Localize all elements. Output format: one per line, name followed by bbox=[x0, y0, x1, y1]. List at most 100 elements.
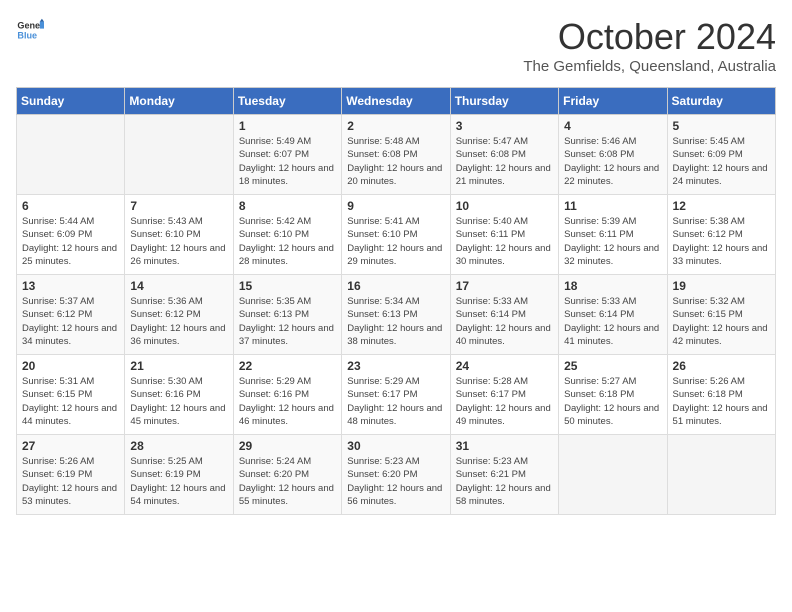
cell-info: Sunrise: 5:33 AM Sunset: 6:14 PM Dayligh… bbox=[456, 295, 553, 348]
page-header: General Blue General Blue October 2024 T… bbox=[16, 16, 776, 75]
day-number: 30 bbox=[347, 439, 444, 453]
calendar-cell: 26 Sunrise: 5:26 AM Sunset: 6:18 PM Dayli… bbox=[667, 355, 775, 435]
calendar-cell: 21Sunrise: 5:30 AM Sunset: 6:16 PM Dayli… bbox=[125, 355, 233, 435]
day-number: 16 bbox=[347, 279, 444, 293]
day-number: 1 bbox=[239, 119, 336, 133]
cell-info: Sunrise: 5:36 AM Sunset: 6:12 PM Dayligh… bbox=[130, 295, 227, 348]
col-header-tuesday: Tuesday bbox=[233, 88, 341, 115]
cell-info: Sunrise: 5:26 AM Sunset: 6:19 PM Dayligh… bbox=[22, 455, 119, 508]
subtitle: The Gemfields, Queensland, Australia bbox=[523, 58, 776, 75]
calendar-cell: 25 Sunrise: 5:27 AM Sunset: 6:18 PM Dayli… bbox=[559, 355, 667, 435]
day-number: 24 bbox=[456, 359, 553, 373]
day-number: 19 bbox=[673, 279, 770, 293]
calendar-cell: 20Sunrise: 5:31 AM Sunset: 6:15 PM Dayli… bbox=[17, 355, 125, 435]
calendar-table: SundayMondayTuesdayWednesdayThursdayFrid… bbox=[16, 87, 776, 515]
cell-info: Sunrise: 5:49 AM Sunset: 6:07 PM Dayligh… bbox=[239, 135, 336, 188]
cell-info: Sunrise: 5:48 AM Sunset: 6:08 PM Dayligh… bbox=[347, 135, 444, 188]
calendar-cell bbox=[667, 435, 775, 515]
calendar-cell: 14Sunrise: 5:36 AM Sunset: 6:12 PM Dayli… bbox=[125, 275, 233, 355]
cell-info: Sunrise: 5:38 AM Sunset: 6:12 PM Dayligh… bbox=[673, 215, 770, 268]
logo: General Blue General Blue bbox=[16, 16, 44, 44]
calendar-cell: 18 Sunrise: 5:33 AM Sunset: 6:14 PM Dayli… bbox=[559, 275, 667, 355]
cell-info: Sunrise: 5:28 AM Sunset: 6:17 PM Dayligh… bbox=[456, 375, 553, 428]
cell-info: Sunrise: 5:32 AM Sunset: 6:15 PM Dayligh… bbox=[673, 295, 770, 348]
calendar-cell: 23 Sunrise: 5:29 AM Sunset: 6:17 PM Dayli… bbox=[342, 355, 450, 435]
day-number: 20 bbox=[22, 359, 119, 373]
calendar-cell: 10 Sunrise: 5:40 AM Sunset: 6:11 PM Dayli… bbox=[450, 195, 558, 275]
day-number: 18 bbox=[564, 279, 661, 293]
day-number: 3 bbox=[456, 119, 553, 133]
week-row-5: 27 Sunrise: 5:26 AM Sunset: 6:19 PM Dayli… bbox=[17, 435, 776, 515]
col-header-friday: Friday bbox=[559, 88, 667, 115]
svg-text:Blue: Blue bbox=[17, 30, 37, 40]
title-block: October 2024 The Gemfields, Queensland, … bbox=[523, 16, 776, 75]
calendar-cell: 29Sunrise: 5:24 AM Sunset: 6:20 PM Dayli… bbox=[233, 435, 341, 515]
day-number: 5 bbox=[673, 119, 770, 133]
cell-info: Sunrise: 5:29 AM Sunset: 6:16 PM Dayligh… bbox=[239, 375, 336, 428]
calendar-cell bbox=[125, 115, 233, 195]
week-row-3: 13Sunrise: 5:37 AM Sunset: 6:12 PM Dayli… bbox=[17, 275, 776, 355]
calendar-cell: 22Sunrise: 5:29 AM Sunset: 6:16 PM Dayli… bbox=[233, 355, 341, 435]
calendar-cell: 9Sunrise: 5:41 AM Sunset: 6:10 PM Daylig… bbox=[342, 195, 450, 275]
day-number: 12 bbox=[673, 199, 770, 213]
calendar-cell: 3Sunrise: 5:47 AM Sunset: 6:08 PM Daylig… bbox=[450, 115, 558, 195]
cell-info: Sunrise: 5:43 AM Sunset: 6:10 PM Dayligh… bbox=[130, 215, 227, 268]
calendar-cell: 15 Sunrise: 5:35 AM Sunset: 6:13 PM Dayli… bbox=[233, 275, 341, 355]
cell-info: Sunrise: 5:40 AM Sunset: 6:11 PM Dayligh… bbox=[456, 215, 553, 268]
col-header-sunday: Sunday bbox=[17, 88, 125, 115]
cell-info: Sunrise: 5:45 AM Sunset: 6:09 PM Dayligh… bbox=[673, 135, 770, 188]
cell-info: Sunrise: 5:39 AM Sunset: 6:11 PM Dayligh… bbox=[564, 215, 661, 268]
cell-info: Sunrise: 5:46 AM Sunset: 6:08 PM Dayligh… bbox=[564, 135, 661, 188]
cell-info: Sunrise: 5:23 AM Sunset: 6:21 PM Dayligh… bbox=[456, 455, 553, 508]
day-number: 28 bbox=[130, 439, 227, 453]
cell-info: Sunrise: 5:41 AM Sunset: 6:10 PM Dayligh… bbox=[347, 215, 444, 268]
day-number: 10 bbox=[456, 199, 553, 213]
col-header-saturday: Saturday bbox=[667, 88, 775, 115]
col-header-monday: Monday bbox=[125, 88, 233, 115]
cell-info: Sunrise: 5:35 AM Sunset: 6:13 PM Dayligh… bbox=[239, 295, 336, 348]
calendar-cell: 13Sunrise: 5:37 AM Sunset: 6:12 PM Dayli… bbox=[17, 275, 125, 355]
header-row: SundayMondayTuesdayWednesdayThursdayFrid… bbox=[17, 88, 776, 115]
week-row-2: 6 Sunrise: 5:44 AM Sunset: 6:09 PM Daylig… bbox=[17, 195, 776, 275]
month-title: October 2024 bbox=[523, 16, 776, 58]
calendar-cell: 4 Sunrise: 5:46 AM Sunset: 6:08 PM Daylig… bbox=[559, 115, 667, 195]
week-row-4: 20Sunrise: 5:31 AM Sunset: 6:15 PM Dayli… bbox=[17, 355, 776, 435]
logo-icon: General Blue bbox=[16, 16, 44, 44]
day-number: 23 bbox=[347, 359, 444, 373]
calendar-cell: 27 Sunrise: 5:26 AM Sunset: 6:19 PM Dayli… bbox=[17, 435, 125, 515]
calendar-cell: 1 Sunrise: 5:49 AM Sunset: 6:07 PM Daylig… bbox=[233, 115, 341, 195]
cell-info: Sunrise: 5:29 AM Sunset: 6:17 PM Dayligh… bbox=[347, 375, 444, 428]
calendar-cell: 30 Sunrise: 5:23 AM Sunset: 6:20 PM Dayli… bbox=[342, 435, 450, 515]
cell-info: Sunrise: 5:27 AM Sunset: 6:18 PM Dayligh… bbox=[564, 375, 661, 428]
cell-info: Sunrise: 5:30 AM Sunset: 6:16 PM Dayligh… bbox=[130, 375, 227, 428]
cell-info: Sunrise: 5:23 AM Sunset: 6:20 PM Dayligh… bbox=[347, 455, 444, 508]
day-number: 17 bbox=[456, 279, 553, 293]
calendar-cell: 24 Sunrise: 5:28 AM Sunset: 6:17 PM Dayli… bbox=[450, 355, 558, 435]
calendar-cell: 19 Sunrise: 5:32 AM Sunset: 6:15 PM Dayli… bbox=[667, 275, 775, 355]
day-number: 8 bbox=[239, 199, 336, 213]
calendar-cell: 5 Sunrise: 5:45 AM Sunset: 6:09 PM Daylig… bbox=[667, 115, 775, 195]
day-number: 7 bbox=[130, 199, 227, 213]
calendar-cell: 7 Sunrise: 5:43 AM Sunset: 6:10 PM Daylig… bbox=[125, 195, 233, 275]
day-number: 26 bbox=[673, 359, 770, 373]
day-number: 25 bbox=[564, 359, 661, 373]
calendar-cell: 28 Sunrise: 5:25 AM Sunset: 6:19 PM Dayli… bbox=[125, 435, 233, 515]
calendar-cell: 2 Sunrise: 5:48 AM Sunset: 6:08 PM Daylig… bbox=[342, 115, 450, 195]
day-number: 15 bbox=[239, 279, 336, 293]
calendar-cell: 11Sunrise: 5:39 AM Sunset: 6:11 PM Dayli… bbox=[559, 195, 667, 275]
day-number: 2 bbox=[347, 119, 444, 133]
day-number: 6 bbox=[22, 199, 119, 213]
cell-info: Sunrise: 5:33 AM Sunset: 6:14 PM Dayligh… bbox=[564, 295, 661, 348]
day-number: 27 bbox=[22, 439, 119, 453]
week-row-1: 1 Sunrise: 5:49 AM Sunset: 6:07 PM Daylig… bbox=[17, 115, 776, 195]
cell-info: Sunrise: 5:42 AM Sunset: 6:10 PM Dayligh… bbox=[239, 215, 336, 268]
day-number: 29 bbox=[239, 439, 336, 453]
cell-info: Sunrise: 5:44 AM Sunset: 6:09 PM Dayligh… bbox=[22, 215, 119, 268]
calendar-cell bbox=[559, 435, 667, 515]
cell-info: Sunrise: 5:34 AM Sunset: 6:13 PM Dayligh… bbox=[347, 295, 444, 348]
cell-info: Sunrise: 5:25 AM Sunset: 6:19 PM Dayligh… bbox=[130, 455, 227, 508]
day-number: 4 bbox=[564, 119, 661, 133]
cell-info: Sunrise: 5:26 AM Sunset: 6:18 PM Dayligh… bbox=[673, 375, 770, 428]
calendar-cell: 8 Sunrise: 5:42 AM Sunset: 6:10 PM Daylig… bbox=[233, 195, 341, 275]
calendar-cell: 6 Sunrise: 5:44 AM Sunset: 6:09 PM Daylig… bbox=[17, 195, 125, 275]
